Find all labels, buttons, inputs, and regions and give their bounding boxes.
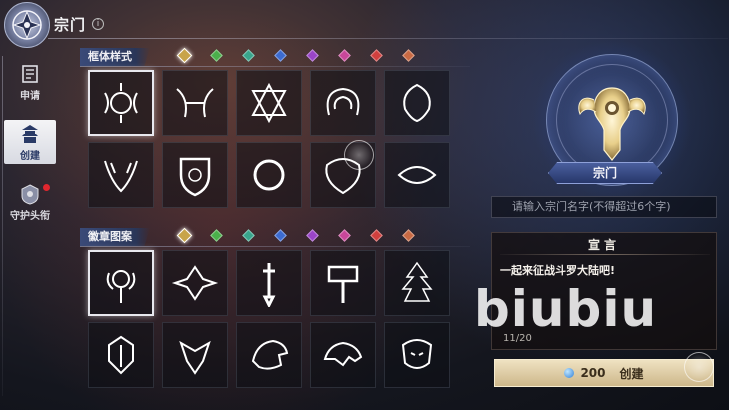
rarity-gem-5[interactable] (328, 228, 360, 242)
notification-dot (41, 182, 52, 193)
badge-shape-icon (323, 341, 363, 367)
rarity-gem-6[interactable] (360, 228, 392, 242)
frame-shape-icon (397, 166, 437, 184)
badge-shape-icon (171, 265, 219, 301)
frame-option-7[interactable] (236, 142, 302, 208)
rarity-gem-3[interactable] (264, 228, 296, 242)
frame-shape-icon (251, 82, 287, 124)
rarity-gem-7[interactable] (392, 48, 424, 62)
badge-grid (88, 250, 450, 388)
badge-option-9[interactable] (384, 322, 450, 388)
nav-item-create[interactable]: 创建 (4, 120, 56, 164)
frame-shape-icon (104, 83, 138, 123)
scroll-icon (22, 64, 38, 83)
rarity-gem-3[interactable] (264, 48, 296, 62)
badge-shape-icon (327, 265, 359, 303)
badge-option-3[interactable] (310, 250, 376, 316)
sect-name-banner: 宗门 (548, 162, 662, 184)
badge-option-2[interactable] (236, 250, 302, 316)
page-title: 宗门 (54, 16, 87, 34)
badge-shape-icon (251, 339, 289, 370)
rarity-gem-2[interactable] (232, 48, 264, 62)
left-nav: 申请 创建 守护头衔 (0, 56, 58, 410)
frame-option-5[interactable] (88, 142, 154, 208)
frame-shape-icon (104, 160, 138, 193)
frame-shape-icon (253, 159, 285, 191)
rarity-gem-6[interactable] (360, 48, 392, 62)
badge-section-divider (80, 246, 470, 247)
frame-option-1[interactable] (162, 70, 228, 136)
emblem-preview-icon (560, 66, 664, 170)
sparkle-effect (344, 140, 374, 170)
badge-section-title: 徽章图案 (80, 228, 150, 246)
sect-logo-icon[interactable] (4, 2, 50, 48)
sparkle-effect (684, 352, 714, 382)
frame-option-3[interactable] (310, 70, 376, 136)
watermark-text: biubiu (474, 280, 658, 338)
badge-option-1[interactable] (162, 250, 228, 316)
rarity-gem-0[interactable] (168, 227, 200, 243)
frame-option-0[interactable] (88, 70, 154, 136)
declaration-title: 宣言 (587, 238, 620, 252)
nav-label-guardian: 守护头衔 (10, 210, 50, 222)
badge-shape-icon (262, 263, 276, 307)
badge-gem-row (168, 227, 424, 243)
create-label: 创建 (619, 366, 644, 381)
declaration-char-count: 11/20 (503, 333, 532, 344)
badge-option-0[interactable] (88, 250, 154, 316)
badge-shape-icon (106, 270, 136, 303)
frame-section-title: 框体样式 (80, 48, 150, 66)
badge-shape-icon (108, 335, 134, 375)
rarity-gem-0[interactable] (168, 47, 200, 63)
badge-shape-icon (401, 339, 433, 369)
frame-option-9[interactable] (384, 142, 450, 208)
nav-label-create: 创建 (20, 150, 40, 162)
rarity-gem-7[interactable] (392, 228, 424, 242)
create-cost: 200 (580, 366, 606, 380)
frame-option-4[interactable] (384, 70, 450, 136)
rarity-gem-1[interactable] (200, 228, 232, 242)
frame-section-divider (80, 66, 470, 67)
badge-shape-icon (179, 340, 211, 375)
rarity-gem-5[interactable] (328, 48, 360, 62)
pagoda-icon (22, 124, 38, 143)
rarity-gem-2[interactable] (232, 228, 264, 242)
frame-option-6[interactable] (162, 142, 228, 208)
diamond-icon (564, 368, 575, 378)
nav-rail (2, 56, 3, 396)
frame-shape-icon (403, 83, 431, 123)
declaration-divider (500, 254, 710, 255)
frame-shape-icon (326, 87, 360, 116)
header-divider (48, 38, 728, 39)
frame-grid (88, 70, 450, 208)
nav-item-apply[interactable]: 申请 (4, 60, 56, 104)
badge-option-6[interactable] (162, 322, 228, 388)
badge-shape-icon (401, 261, 433, 302)
badge-option-5[interactable] (88, 322, 154, 388)
declaration-textarea[interactable]: 一起来征战斗罗大陆吧! (500, 262, 615, 278)
sect-name-input[interactable]: 请输入宗门名字(不得超过6个字) (491, 196, 717, 218)
frame-shape-icon (176, 88, 214, 118)
nav-label-apply: 申请 (20, 90, 40, 102)
guardian-icon (21, 183, 39, 205)
rarity-gem-4[interactable] (296, 228, 328, 242)
frame-gem-row (168, 47, 424, 63)
badge-option-7[interactable] (236, 322, 302, 388)
rarity-gem-1[interactable] (200, 48, 232, 62)
info-icon[interactable]: i (92, 18, 104, 30)
badge-option-4[interactable] (384, 250, 450, 316)
nav-item-guardian-title[interactable]: 守护头衔 (4, 180, 56, 224)
create-button[interactable]: 200 创建 (494, 359, 714, 387)
badge-option-8[interactable] (310, 322, 376, 388)
rarity-gem-4[interactable] (296, 48, 328, 62)
header: 宗门 i (0, 0, 729, 48)
frame-shape-icon (179, 157, 211, 197)
frame-option-2[interactable] (236, 70, 302, 136)
